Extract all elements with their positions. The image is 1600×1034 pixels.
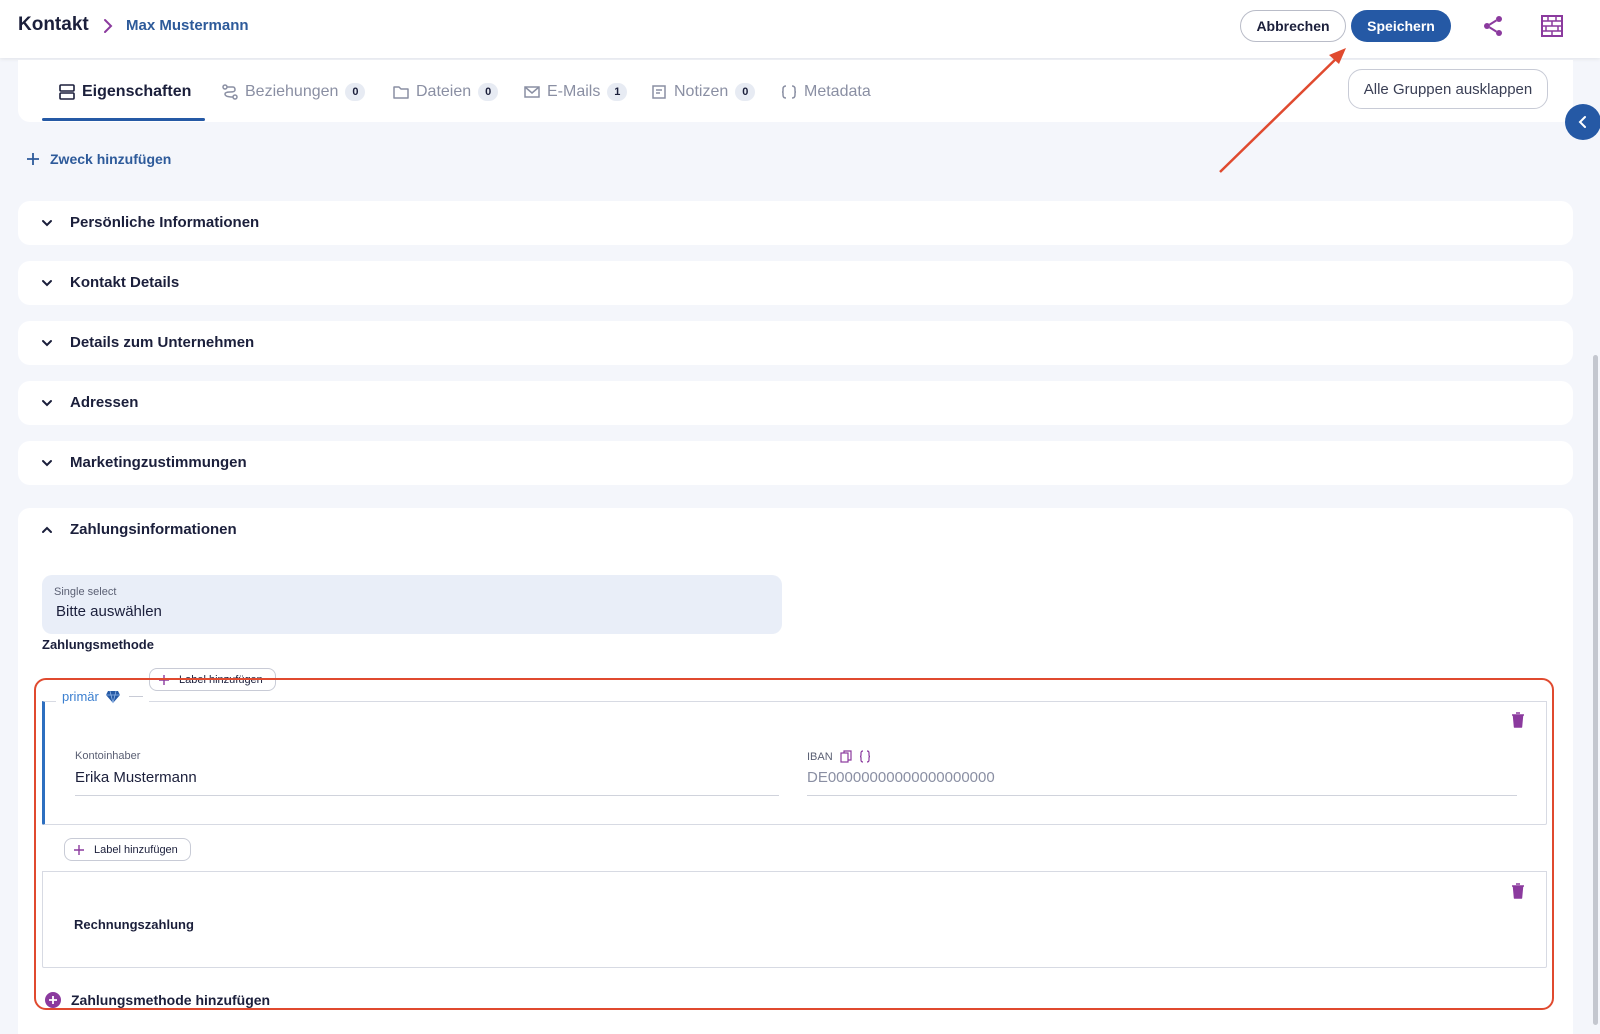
tab-label: E-Mails	[547, 83, 601, 100]
plus-icon	[27, 153, 39, 165]
active-tab-indicator	[42, 118, 205, 121]
scrollbar[interactable]	[1593, 355, 1598, 1025]
payment-method-label: Zahlungsmethode	[42, 637, 154, 652]
chevron-down-icon	[42, 400, 52, 407]
tab-label: Notizen	[674, 83, 729, 100]
section-kontakt-details[interactable]: Kontakt Details	[18, 261, 1573, 305]
breadcrumb-current: Max Mustermann	[126, 17, 249, 34]
notes-icon	[652, 85, 666, 99]
mail-icon	[524, 86, 540, 98]
chevron-left-icon	[1578, 116, 1586, 128]
tab-label: Metadata	[804, 83, 871, 100]
tab-metadata[interactable]: Metadata	[780, 78, 871, 106]
tab-label: Dateien	[416, 83, 472, 100]
share-icon[interactable]	[1481, 14, 1505, 38]
chevron-down-icon	[42, 460, 52, 467]
top-header: Kontakt Max Mustermann Abbrechen Speiche…	[0, 0, 1600, 58]
add-purpose-label: Zweck hinzufügen	[50, 151, 172, 167]
folder-icon	[393, 86, 409, 99]
payment-method-select[interactable]: Single select Bitte auswählen	[42, 575, 782, 634]
tab-beziehungen[interactable]: Beziehungen 0	[221, 78, 366, 106]
braces-icon	[781, 85, 797, 99]
annotation-arrow	[1219, 48, 1346, 173]
add-purpose-link[interactable]: Zweck hinzufügen	[26, 151, 171, 167]
section-title: Details zum Unternehmen	[70, 334, 255, 351]
tab-notizen[interactable]: Notizen 0	[650, 78, 756, 106]
side-panel-toggle[interactable]	[1565, 104, 1600, 140]
breadcrumb-root[interactable]: Kontakt	[18, 14, 89, 36]
tab-label: Beziehungen	[245, 83, 339, 100]
relations-icon	[222, 84, 238, 100]
select-value: Bitte auswählen	[56, 603, 162, 620]
section-title: Marketingzustimmungen	[70, 454, 247, 471]
tab-label: Eigenschaften	[82, 83, 192, 100]
chevron-up-icon[interactable]	[40, 523, 54, 537]
tab-emails[interactable]: E-Mails 1	[523, 78, 628, 106]
chevron-down-icon	[42, 340, 52, 347]
chevron-down-icon	[42, 280, 52, 287]
tab-dateien[interactable]: Dateien 0	[392, 78, 499, 106]
section-details-unternehmen[interactable]: Details zum Unternehmen	[18, 321, 1573, 365]
section-title[interactable]: Zahlungsinformationen	[70, 521, 237, 538]
properties-icon	[59, 84, 75, 100]
count-badge: 0	[735, 83, 756, 101]
expand-all-button[interactable]: Alle Gruppen ausklappen	[1348, 69, 1548, 109]
save-button[interactable]: Speichern	[1351, 10, 1451, 42]
section-persoenliche-informationen[interactable]: Persönliche Informationen	[18, 201, 1573, 245]
chevron-right-icon	[104, 19, 113, 33]
select-caption: Single select	[54, 586, 117, 598]
section-marketingzustimmungen[interactable]: Marketingzustimmungen	[18, 441, 1573, 485]
tab-eigenschaften[interactable]: Eigenschaften	[58, 78, 191, 106]
section-title: Adressen	[70, 394, 139, 411]
count-badge: 0	[345, 83, 366, 101]
section-title: Kontakt Details	[70, 274, 180, 291]
section-adressen[interactable]: Adressen	[18, 381, 1573, 425]
wall-grid-icon[interactable]	[1540, 14, 1564, 38]
section-title: Persönliche Informationen	[70, 214, 260, 231]
annotation-highlight-box	[34, 678, 1554, 1010]
count-badge: 0	[478, 83, 499, 101]
count-badge: 1	[607, 83, 628, 101]
section-zahlungsinformationen: Zahlungsinformationen Single select Bitt…	[18, 508, 1573, 1034]
chevron-down-icon	[42, 220, 52, 227]
